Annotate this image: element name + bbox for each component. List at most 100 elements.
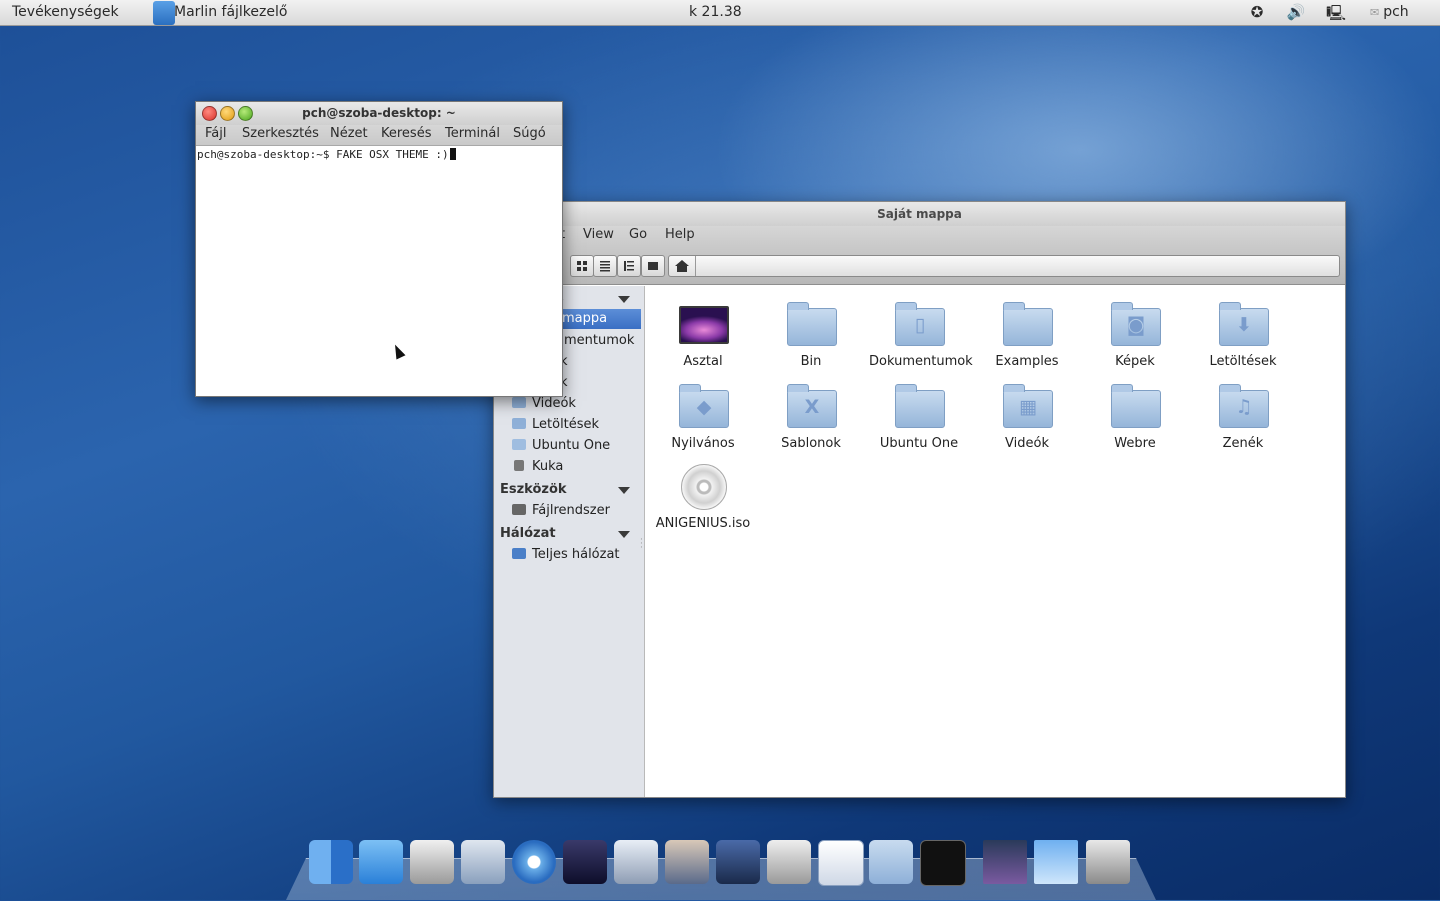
file-manager-toolbar <box>494 246 1345 285</box>
mail-icon[interactable] <box>461 840 505 884</box>
icon-view-button[interactable] <box>570 255 594 277</box>
terminal-menubar: Fájl Szerkesztés Nézet Keresés Terminál … <box>196 125 562 146</box>
disc-image-icon <box>679 464 727 510</box>
terminal-title: pch@szoba-desktop: ~ <box>302 106 456 120</box>
home-icon <box>675 260 689 272</box>
sidebar-header-tools[interactable]: Eszközök <box>500 482 567 497</box>
list-view-button[interactable] <box>593 255 617 277</box>
menu-view[interactable]: Nézet <box>330 126 368 141</box>
sidebar-item-filesystem[interactable]: Fájlrendszer <box>512 501 610 521</box>
menu-view[interactable]: View <box>583 227 614 242</box>
menu-terminal[interactable]: Terminál <box>445 126 500 141</box>
binary-settings-icon[interactable] <box>410 840 454 884</box>
terminal-output[interactable]: pch@szoba-desktop:~$ FAKE OSX THEME :) <box>197 148 456 161</box>
sidebar-header-network[interactable]: Hálózat <box>500 526 556 541</box>
file-item-music[interactable]: ♫ Zenék <box>1193 384 1293 451</box>
network-icon <box>512 548 526 559</box>
close-button[interactable] <box>202 106 217 121</box>
file-item-downloads[interactable]: ⬇ Letöltések <box>1193 302 1293 369</box>
collapse-network-icon[interactable] <box>618 531 630 538</box>
file-item-examples[interactable]: Examples <box>977 302 1077 369</box>
terminal-window: pch@szoba-desktop: ~ Fájl Szerkesztés Né… <box>195 101 563 397</box>
column-view-button[interactable] <box>641 255 665 277</box>
trash-icon <box>514 460 524 471</box>
trash-icon[interactable] <box>1086 840 1130 884</box>
public-folder-icon: ◆ <box>679 384 729 428</box>
chat-status-icon: ✉ <box>1370 6 1380 19</box>
compact-view-button[interactable] <box>617 255 641 277</box>
volume-icon[interactable]: 🔊 <box>1286 3 1306 22</box>
sidebar-item-downloads[interactable]: Letöltések <box>512 415 599 435</box>
file-item-bin[interactable]: Bin <box>761 302 861 369</box>
file-item-templates[interactable]: X Sablonok <box>761 384 861 451</box>
sidebar-item-label: mappa <box>562 311 608 326</box>
menu-edit[interactable]: Szerkesztés <box>242 126 319 141</box>
imovie-icon[interactable] <box>563 840 607 884</box>
terminal-prompt: pch@szoba-desktop:~$ FAKE OSX THEME :) <box>197 148 449 161</box>
user-menu[interactable]: ✉ pch <box>1370 4 1409 20</box>
menu-go[interactable]: Go <box>629 227 647 242</box>
safari-icon[interactable] <box>512 840 556 884</box>
music-folder-icon: ♫ <box>1219 384 1269 428</box>
top-panel: Tevékenységek Marlin fájlkezelő k 21.38 … <box>0 0 1440 26</box>
desktop-icon <box>679 302 729 346</box>
folder-icon <box>1111 384 1161 428</box>
app-menu-button[interactable]: Marlin fájlkezelő <box>174 4 287 20</box>
text-editor-icon[interactable] <box>818 840 864 886</box>
blank-window-icon[interactable] <box>1034 840 1078 884</box>
marlin-app-icon[interactable] <box>153 1 175 25</box>
menu-help[interactable]: Help <box>665 227 695 242</box>
file-item-videos[interactable]: ▦ Videók <box>977 384 1077 451</box>
folder-icon <box>787 302 837 346</box>
file-item-pictures[interactable]: ◙ Képek <box>1085 302 1185 369</box>
file-item-web[interactable]: Webre <box>1085 384 1185 451</box>
photo-booth-icon[interactable] <box>665 840 709 884</box>
sidebar-item-videos[interactable]: Videók <box>512 394 576 414</box>
text-cursor <box>449 148 456 160</box>
marlin-icon[interactable] <box>359 840 403 884</box>
grid-icon <box>577 261 587 271</box>
file-manager-title: Saját mappa <box>494 202 1345 226</box>
network-icon[interactable]: 🖳 <box>1326 3 1346 22</box>
minimize-button[interactable] <box>220 106 235 121</box>
columns-icon <box>648 262 658 270</box>
file-manager-window: Saját mappa t View Go Help s mappa mentu… <box>493 201 1346 798</box>
file-item-iso[interactable]: ANIGENIUS.iso <box>653 464 753 531</box>
sidebar-item-ubuntu-one[interactable]: Ubuntu One <box>512 436 610 456</box>
list-icon <box>600 261 610 272</box>
drive-icon <box>512 504 526 515</box>
home-breadcrumb[interactable] <box>669 256 696 276</box>
utilities-folder-icon[interactable] <box>869 840 913 884</box>
pictures-folder-icon: ◙ <box>1111 302 1161 346</box>
sidebar-resize-handle[interactable]: · · · <box>640 536 643 553</box>
terminal-icon[interactable] <box>920 840 966 886</box>
menu-help[interactable]: Súgó <box>513 126 546 141</box>
path-bar[interactable] <box>668 255 1340 277</box>
file-item-desktop[interactable]: Asztal <box>653 302 753 369</box>
activities-button[interactable]: Tevékenységek <box>12 4 119 20</box>
maximize-button[interactable] <box>238 106 253 121</box>
templates-folder-icon: X <box>787 384 837 428</box>
menu-search[interactable]: Keresés <box>381 126 431 141</box>
photos-icon[interactable] <box>716 840 760 884</box>
sidebar-item-documents[interactable]: mentumok <box>564 331 634 351</box>
file-item-public[interactable]: ◆ Nyilvános <box>653 384 753 451</box>
download-folder-icon <box>512 418 526 429</box>
collapse-personal-icon[interactable] <box>618 296 630 303</box>
collapse-tools-icon[interactable] <box>618 487 630 494</box>
menu-file[interactable]: Fájl <box>205 126 226 141</box>
file-item-documents[interactable]: ▯ Dokumentumok <box>869 302 973 369</box>
calculator-icon[interactable] <box>767 840 811 884</box>
desktop-preview-icon[interactable] <box>983 840 1027 884</box>
finder-icon[interactable] <box>309 840 353 884</box>
sidebar-item-trash[interactable]: Kuka <box>512 457 563 477</box>
sidebar-item-full-network[interactable]: Teljes hálózat <box>512 545 620 565</box>
terminal-titlebar[interactable]: pch@szoba-desktop: ~ <box>196 102 562 125</box>
file-item-ubuntu-one[interactable]: Ubuntu One <box>869 384 969 451</box>
clock[interactable]: k 21.38 <box>689 4 742 20</box>
camera-icon[interactable] <box>614 840 658 884</box>
tree-icon <box>624 261 634 271</box>
folder-icon <box>895 384 945 428</box>
accessibility-icon[interactable]: ✪ <box>1247 3 1267 22</box>
folder-icon <box>1003 302 1053 346</box>
